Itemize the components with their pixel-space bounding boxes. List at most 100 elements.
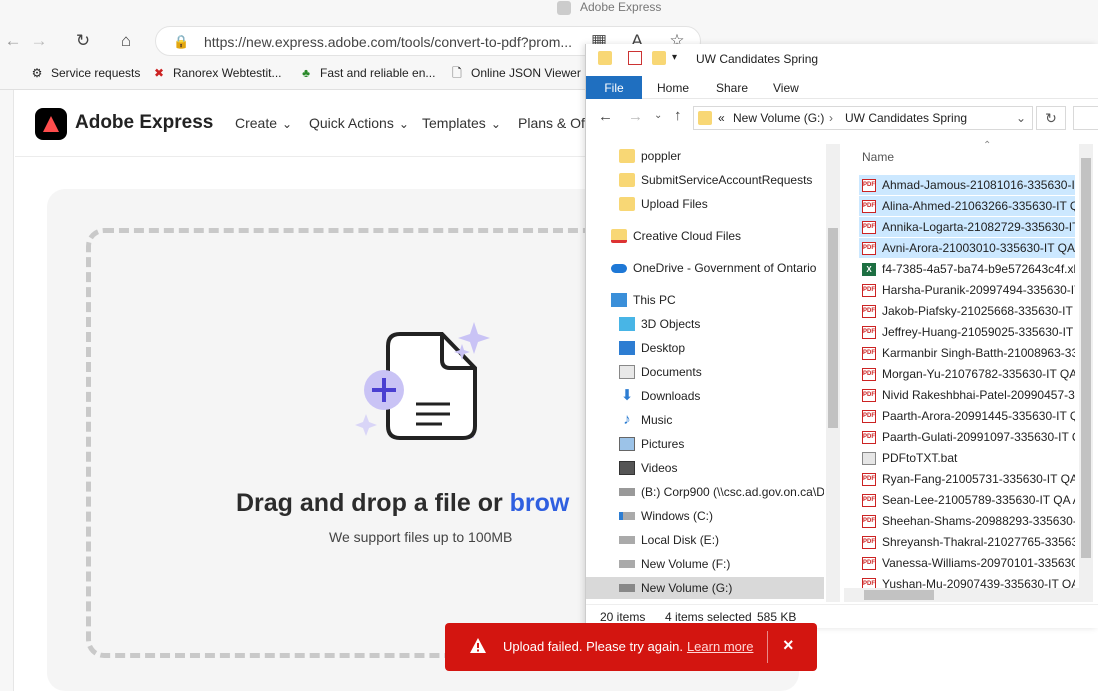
nav-item-pictures[interactable]: Pictures [586,433,824,455]
nav-item-new-volume-g[interactable]: New Volume (G:) [586,577,824,599]
back-icon[interactable]: ← [598,108,613,125]
file-list: PDF Ahmad-Jamous-21081016-335630-IT PDF Al… [844,144,1078,604]
drive-icon [619,536,635,544]
tab-file[interactable]: File [586,76,642,100]
music-icon: ♪ [623,411,631,428]
nav-create[interactable]: Create [235,115,292,131]
brand-name[interactable]: Adobe Express [75,112,213,134]
nav-item-3d-objects[interactable]: 3D Objects [586,313,824,335]
properties-icon[interactable] [628,51,642,65]
new-folder-icon[interactable] [652,51,666,65]
customize-qat-icon[interactable]: ▾ [672,51,686,65]
tab-share[interactable]: Share [716,81,748,95]
nav-item-music[interactable]: ♪ Music [586,409,824,431]
list-item[interactable]: PDF Ryan-Fang-21005731-335630-IT QA A [859,469,1075,489]
selection-count: 4 items selected [665,610,752,624]
drive-icon [619,584,635,592]
nav-item-new-volume-f[interactable]: New Volume (F:) [586,553,824,575]
list-item[interactable]: PDFtoTXT.bat [859,448,1075,468]
scrollbar-thumb[interactable] [1081,158,1091,558]
favorite-json-viewer[interactable]: 🗋 Online JSON Viewer [450,66,581,80]
scrollbar-thumb[interactable] [864,590,934,600]
chevron-right-icon: › [829,111,833,125]
file-list-vscroll[interactable] [1079,144,1093,602]
list-item[interactable]: PDF Vanessa-Williams-20970101-335630-I [859,553,1075,573]
list-item[interactable]: PDF Sean-Lee-21005789-335630-IT QA As [859,490,1075,510]
list-item[interactable]: PDF Jeffrey-Huang-21059025-335630-IT Q [859,322,1075,342]
nav-item-desktop[interactable]: Desktop [586,337,824,359]
list-item[interactable]: PDF Paarth-Gulati-20991097-335630-IT QA [859,427,1075,447]
list-item[interactable]: PDF Morgan-Yu-21076782-335630-IT QA [859,364,1075,384]
home-icon[interactable]: ⌂ [113,28,139,54]
favorite-fast-reliable[interactable]: ♣ Fast and reliable en... [299,66,435,80]
browser-title-bar: Adobe Express [0,0,1098,22]
nav-item-documents[interactable]: Documents [586,361,824,383]
up-icon[interactable]: ↑ [674,107,682,124]
refresh-icon[interactable]: ↻ [70,28,96,54]
favorite-service-requests[interactable]: ⚙ Service requests [30,66,141,80]
browse-link[interactable]: brow [510,489,570,517]
chevron-down-icon[interactable]: ⌄ [1016,111,1026,125]
pdf-icon: PDF [862,241,876,255]
list-item[interactable]: PDF Alina-Ahmed-21063266-335630-IT QA [859,196,1075,216]
list-item[interactable]: PDF Avni-Arora-21003010-335630-IT QA A [859,238,1075,258]
path-bar[interactable]: « New Volume (G:) › UW Candidates Spring… [693,106,1033,130]
nav-item-this-pc[interactable]: This PC [586,289,824,311]
nav-item-videos[interactable]: Videos [586,457,824,479]
list-item[interactable]: PDF Harsha-Puranik-20997494-335630-IT [859,280,1075,300]
creative-cloud-icon [611,229,627,243]
back-icon[interactable]: ← [0,28,26,54]
close-icon[interactable]: × [783,635,794,656]
path-segment-folder[interactable]: UW Candidates Spring [845,111,967,125]
pdf-icon: PDF [862,514,876,528]
search-box[interactable] [1073,106,1098,130]
tab-view[interactable]: View [773,81,799,95]
window-title: Adobe Express [580,0,662,14]
nav-item-submit[interactable]: SubmitServiceAccountRequests [586,169,824,191]
nav-item-onedrive[interactable]: OneDrive - Government of Ontario [586,257,824,279]
tab-home[interactable]: Home [657,81,689,95]
list-item[interactable]: PDF Paarth-Arora-20991445-335630-IT QA [859,406,1075,426]
list-item[interactable]: PDF Ahmad-Jamous-21081016-335630-IT [859,175,1075,195]
recent-locations-icon[interactable]: ⌄ [654,110,662,121]
file-list-hscroll[interactable] [844,588,1079,602]
explorer-title-bar: ▾ UW Candidates Spring [586,44,1098,74]
pdf-icon: PDF [862,283,876,297]
folder-icon [598,51,612,65]
pdf-icon: PDF [862,556,876,570]
path-segment-drive[interactable]: New Volume (G:) [733,111,824,125]
list-item[interactable]: PDF Sheehan-Shams-20988293-335630-IT [859,511,1075,531]
pdf-icon: PDF [862,535,876,549]
nav-quick-actions[interactable]: Quick Actions [309,115,409,131]
list-item[interactable]: PDF Jakob-Piafsky-21025668-335630-IT Q [859,301,1075,321]
path-overflow[interactable]: « [718,111,725,125]
browser-sidebar [0,90,14,691]
item-count: 20 items [600,610,646,624]
list-item[interactable]: PDF Annika-Logarta-21082729-335630-IT [859,217,1075,237]
forward-icon[interactable]: → [628,108,643,125]
nav-item-windows-c[interactable]: Windows (C:) [586,505,824,527]
list-item[interactable]: PDF Shreyansh-Thakral-21027765-335630- [859,532,1075,552]
list-item[interactable]: Xf4-7385-4a57-ba74-b9e572643c4f.xlsx [859,259,1075,279]
nav-item-upload-files[interactable]: Upload Files [586,193,824,215]
desktop-icon [619,341,635,355]
nav-templates[interactable]: Templates [422,115,501,131]
nav-item-poppler[interactable]: poppler [586,145,824,167]
folder-icon [619,173,635,187]
nav-item-creative-cloud[interactable]: Creative Cloud Files [586,225,824,247]
nav-item-local-disk-e[interactable]: Local Disk (E:) [586,529,824,551]
pdf-icon: PDF [862,430,876,444]
scrollbar-thumb[interactable] [828,228,838,428]
nav-item-network-drive[interactable]: (B:) Corp900 (\\csc.ad.gov.on.ca\DI [586,481,824,503]
nav-item-downloads[interactable]: ⬇ Downloads [586,385,824,407]
refresh-icon[interactable]: ↻ [1036,106,1066,130]
page-icon: 🗋 [452,66,462,80]
nav-scrollbar[interactable] [826,144,840,602]
list-item[interactable]: PDF Karmanbir Singh-Batth-21008963-33 [859,343,1075,363]
learn-more-link[interactable]: Learn more [687,639,753,654]
explorer-title: UW Candidates Spring [696,52,819,66]
favorite-ranorex[interactable]: ✖ Ranorex Webtestit... [152,66,282,80]
list-item[interactable]: PDF Nivid Rakeshbhai-Patel-20990457-33 [859,385,1075,405]
forward-icon[interactable]: → [26,28,52,54]
adobe-express-logo[interactable] [35,108,67,140]
